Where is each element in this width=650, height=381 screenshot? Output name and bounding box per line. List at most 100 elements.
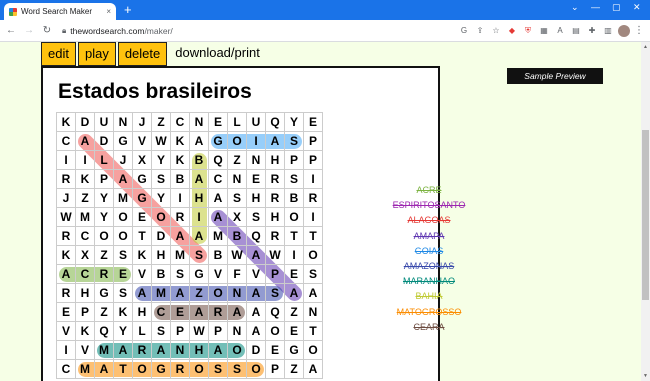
grid-cell[interactable]: Z [152, 113, 171, 132]
grid-cell[interactable]: E [285, 322, 304, 341]
grid-cell[interactable]: H [76, 284, 95, 303]
grid-cell[interactable]: G [152, 360, 171, 379]
grid-cell[interactable]: A [285, 284, 304, 303]
grid-cell[interactable]: M [95, 341, 114, 360]
grid-cell[interactable]: K [57, 113, 76, 132]
grid-cell[interactable]: A [266, 132, 285, 151]
grid-cell[interactable]: G [95, 284, 114, 303]
grid-cell[interactable]: S [114, 284, 133, 303]
grid-cell[interactable]: C [209, 170, 228, 189]
grid-cell[interactable]: M [76, 208, 95, 227]
grid-cell[interactable]: H [190, 189, 209, 208]
grid-cell[interactable]: W [57, 208, 76, 227]
profile-avatar[interactable] [618, 24, 630, 37]
grid-cell[interactable]: O [114, 208, 133, 227]
shield-icon[interactable]: ⛨ [522, 25, 534, 37]
grid-cell[interactable]: A [304, 360, 323, 379]
grid-cell[interactable]: Z [95, 246, 114, 265]
grid-cell[interactable]: A [133, 284, 152, 303]
share-icon[interactable]: ⇪ [474, 25, 486, 37]
grid-cell[interactable]: E [247, 170, 266, 189]
grid-cell[interactable]: A [76, 132, 95, 151]
grid-cell[interactable]: S [266, 284, 285, 303]
grid-cell[interactable]: Z [95, 303, 114, 322]
grid-cell[interactable]: T [304, 322, 323, 341]
grid-cell[interactable]: E [114, 265, 133, 284]
grid-cell[interactable]: A [209, 208, 228, 227]
grid-cell[interactable]: F [228, 265, 247, 284]
grid-cell[interactable]: C [152, 303, 171, 322]
grid-cell[interactable]: E [209, 113, 228, 132]
grid-cell[interactable]: A [209, 341, 228, 360]
grid-cell[interactable]: W [190, 322, 209, 341]
grid-cell[interactable]: Z [190, 284, 209, 303]
back-icon[interactable]: ← [4, 25, 18, 36]
grid-cell[interactable]: V [57, 322, 76, 341]
grid-cell[interactable]: Q [247, 227, 266, 246]
grid-cell[interactable]: P [304, 132, 323, 151]
grid-cell[interactable]: N [228, 170, 247, 189]
grid-cell[interactable]: K [57, 246, 76, 265]
tab-search-icon[interactable]: ⌄ [571, 2, 579, 13]
edit-button[interactable]: edit [41, 42, 76, 66]
grid-cell[interactable]: A [114, 170, 133, 189]
grid-cell[interactable]: W [228, 246, 247, 265]
grid-cell[interactable]: R [57, 227, 76, 246]
grid-cell[interactable]: K [76, 170, 95, 189]
grid-cell[interactable]: O [247, 360, 266, 379]
grid-cell[interactable]: B [228, 227, 247, 246]
grid-cell[interactable]: S [304, 265, 323, 284]
grid-cell[interactable]: X [133, 151, 152, 170]
grid-cell[interactable]: M [114, 189, 133, 208]
grid-cell[interactable]: A [171, 227, 190, 246]
grid-cell[interactable]: A [190, 303, 209, 322]
grid-cell[interactable]: S [285, 132, 304, 151]
menu-kebab-icon[interactable]: ⋮ [634, 25, 644, 36]
scroll-down-icon[interactable]: ▼ [641, 373, 650, 379]
grid-cell[interactable]: N [171, 341, 190, 360]
grid-cell[interactable]: M [76, 360, 95, 379]
grid-cell[interactable]: V [76, 341, 95, 360]
grid-cell[interactable]: O [285, 208, 304, 227]
grid-cell[interactable]: P [95, 170, 114, 189]
grid-cell[interactable]: A [247, 303, 266, 322]
google-icon[interactable]: G [458, 25, 470, 37]
grid-cell[interactable]: A [190, 227, 209, 246]
browser-tab[interactable]: Word Search Maker × [4, 3, 116, 20]
grid-cell[interactable]: P [285, 151, 304, 170]
grid-cell[interactable]: O [152, 208, 171, 227]
grid-cell[interactable]: A [95, 360, 114, 379]
grid-cell[interactable]: Q [95, 322, 114, 341]
minimize-button[interactable]: — [591, 2, 600, 12]
reload-icon[interactable]: ↻ [40, 25, 54, 36]
grid-cell[interactable]: A [114, 341, 133, 360]
grid-cell[interactable]: A [152, 341, 171, 360]
grid-cell[interactable]: E [171, 303, 190, 322]
grid-cell[interactable]: G [190, 265, 209, 284]
grid-cell[interactable]: G [133, 189, 152, 208]
grid-cell[interactable]: O [228, 132, 247, 151]
grid-cell[interactable]: P [76, 303, 95, 322]
grid-cell[interactable]: G [114, 132, 133, 151]
grid-cell[interactable]: A [171, 284, 190, 303]
grid-cell[interactable]: E [57, 303, 76, 322]
grid-cell[interactable]: J [114, 151, 133, 170]
grid-cell[interactable]: O [228, 341, 247, 360]
grid-cell[interactable]: R [171, 208, 190, 227]
grid-cell[interactable]: A [304, 284, 323, 303]
grid-cell[interactable]: G [209, 132, 228, 151]
forward-icon[interactable]: → [22, 25, 36, 36]
grid-cell[interactable]: W [266, 246, 285, 265]
grid-cell[interactable]: D [76, 113, 95, 132]
grid-cell[interactable]: S [171, 265, 190, 284]
translate-icon[interactable]: A [554, 25, 566, 37]
grid-cell[interactable]: T [304, 227, 323, 246]
grid-cell[interactable]: K [76, 322, 95, 341]
grid-cell[interactable]: P [266, 265, 285, 284]
grid-cell[interactable]: Y [152, 151, 171, 170]
grid-cell[interactable]: M [171, 246, 190, 265]
grid-cell[interactable]: T [114, 360, 133, 379]
grid-cell[interactable]: S [228, 189, 247, 208]
grid-cell[interactable]: Q [209, 151, 228, 170]
grid-cell[interactable]: I [76, 151, 95, 170]
